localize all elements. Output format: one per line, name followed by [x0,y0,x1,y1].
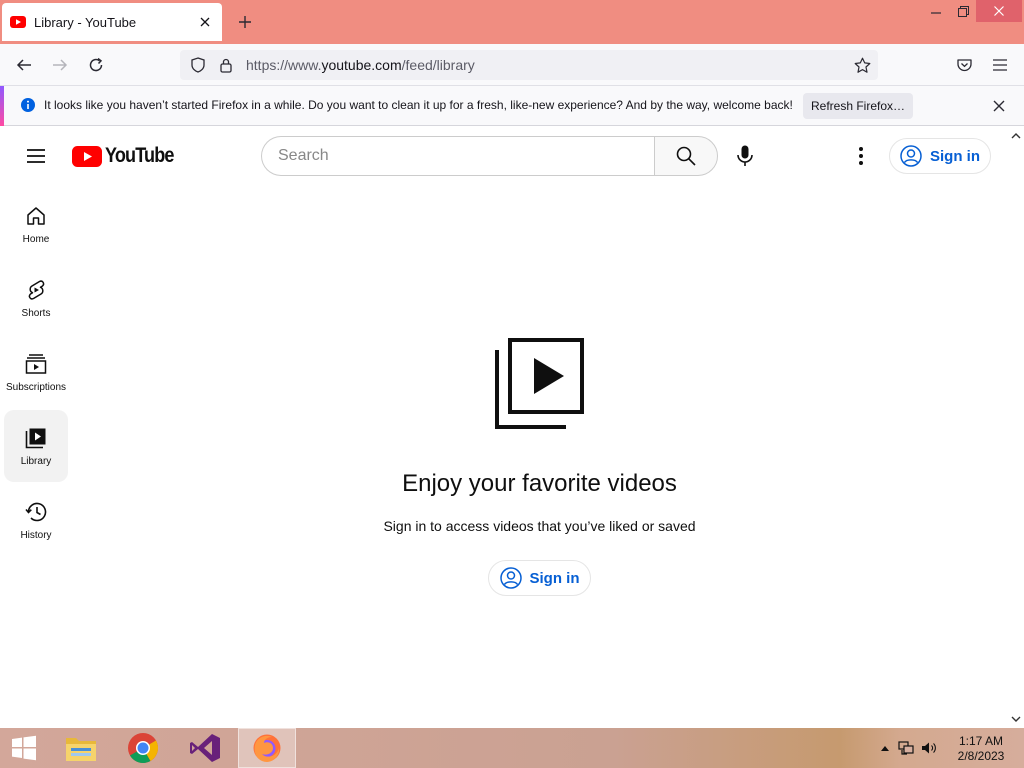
sidebar-item-label: Shorts [21,308,51,319]
sidebar-item-home[interactable]: Home [4,188,68,260]
empty-state-title: Enjoy your favorite videos [402,470,677,497]
header-sign-in-button[interactable]: Sign in [889,138,991,174]
taskbar-clock[interactable]: 1:17 AM 2/8/2023 [950,734,1012,764]
voice-search-button[interactable] [729,140,761,172]
main-sign-in-label: Sign in [529,569,580,587]
notification-bar: It looks like you haven’t started Firefo… [0,86,1024,126]
clock-date: 2/8/2023 [957,749,1005,763]
sidebar-item-label: Library [20,456,52,467]
tab-title: Library - YouTube [34,14,137,30]
account-circle-icon [900,145,922,167]
window-restore-icon[interactable] [950,0,976,22]
sidebar-item-label: Subscriptions [5,382,67,393]
header-sign-in-label: Sign in [930,147,980,165]
home-icon [24,204,48,228]
show-hidden-icons-icon[interactable] [876,740,894,756]
reload-icon[interactable] [82,51,110,79]
subscriptions-icon [24,352,48,376]
youtube-favicon-icon [10,14,26,30]
network-icon[interactable] [897,740,915,756]
main-sign-in-button[interactable]: Sign in [488,560,591,596]
scroll-up-arrow-icon[interactable] [1009,128,1023,142]
library-large-icon [495,338,584,429]
pocket-icon[interactable] [950,51,978,79]
tab-library-youtube[interactable]: Library - YouTube [2,3,222,41]
chrome-icon[interactable] [114,728,172,768]
microphone-icon [737,145,753,166]
back-arrow-icon[interactable] [10,51,38,79]
sidebar-item-subscriptions[interactable]: Subscriptions [4,336,68,408]
file-explorer-icon[interactable] [52,728,110,768]
tab-close-icon[interactable] [196,13,214,31]
browser-titlebar: Library - YouTube [0,0,1024,44]
app-menu-icon[interactable] [986,51,1014,79]
info-icon [20,97,36,113]
settings-more-icon[interactable] [848,142,874,170]
notification-close-icon[interactable] [990,97,1008,115]
library-icon [24,426,48,450]
windows-start-icon[interactable] [0,728,48,768]
url-text: https://www.youtube.com/feed/library [246,57,475,73]
shorts-icon [24,278,48,302]
volume-icon[interactable] [920,740,938,756]
notification-accent [0,86,4,126]
window-minimize-icon[interactable] [922,0,950,22]
windows-taskbar [0,728,1024,768]
scroll-down-arrow-icon[interactable] [1009,712,1023,726]
sidebar-item-label: Home [22,234,50,245]
guide-menu-icon[interactable] [22,142,50,170]
tracking-shield-icon[interactable] [184,50,212,80]
empty-state-subtitle: Sign in to access videos that you’ve lik… [383,518,696,534]
youtube-logo[interactable]: YouTube [72,144,185,168]
new-tab-icon[interactable] [234,11,256,33]
refresh-firefox-button[interactable]: Refresh Firefox… [803,93,913,119]
search-icon [676,146,696,166]
search-button[interactable] [654,136,718,176]
notification-message: It looks like you haven’t started Firefo… [44,98,793,112]
window-close-icon[interactable] [976,0,1022,22]
url-bar[interactable]: https://www.youtube.com/feed/library [180,50,878,80]
lock-icon[interactable] [212,50,240,80]
browser-navbar: https://www.youtube.com/feed/library [0,44,1024,86]
youtube-logo-icon [72,145,102,167]
search-input[interactable] [261,136,655,176]
clock-time: 1:17 AM [958,734,1004,748]
youtube-logo-text: YouTube [105,144,174,167]
account-circle-icon [499,567,522,589]
bookmark-star-icon[interactable] [848,50,876,80]
firefox-icon[interactable] [238,728,296,768]
forward-arrow-icon[interactable] [46,51,74,79]
sidebar-item-shorts[interactable]: Shorts [4,262,68,334]
visual-studio-icon[interactable] [176,728,234,768]
